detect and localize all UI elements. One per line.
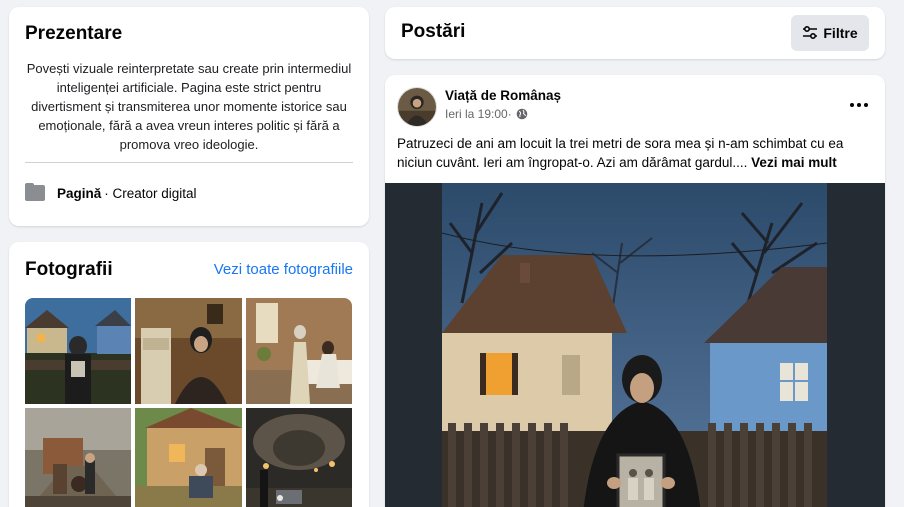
- category-value: · Creator digital: [104, 185, 197, 201]
- avatar[interactable]: [397, 87, 437, 127]
- intro-title: Prezentare: [25, 23, 123, 44]
- intro-card: Prezentare Povești vizuale reinterpretat…: [9, 7, 369, 226]
- see-more-link[interactable]: Vezi mai mult: [751, 155, 837, 170]
- page-category: Pagină · Creator digital: [25, 183, 197, 201]
- post-image[interactable]: [385, 183, 885, 507]
- post-photo: [442, 183, 827, 507]
- posts-title: Postări: [401, 21, 466, 42]
- meta-separator: ·: [507, 107, 512, 121]
- photo-thumbnail[interactable]: [135, 408, 242, 507]
- photos-card: Fotografii Vezi toate fotografiile: [9, 242, 369, 507]
- post-meta: Ieri la 19:00 ·: [445, 107, 528, 121]
- photos-grid: [25, 298, 353, 507]
- more-options-button[interactable]: [847, 95, 871, 115]
- post-time[interactable]: Ieri la 19:00: [445, 107, 508, 121]
- post-card: Viață de Românaș Ieri la 19:00 · Patruze…: [385, 75, 885, 507]
- photo-thumbnail[interactable]: [246, 408, 352, 507]
- sliders-icon: [803, 25, 818, 40]
- see-all-photos-link[interactable]: Vezi toate fotografiile: [214, 261, 353, 278]
- intro-bio: Povești vizuale reinterpretate sau creat…: [26, 61, 352, 152]
- posts-header: Postări Filtre: [385, 7, 885, 59]
- filter-label: Filtre: [823, 25, 858, 41]
- photo-thumbnail[interactable]: [135, 298, 242, 404]
- photo-thumbnail[interactable]: [25, 298, 131, 404]
- category-label: Pagină: [57, 185, 102, 201]
- page-icon: [25, 183, 45, 201]
- filter-button[interactable]: Filtre: [791, 15, 869, 51]
- photo-thumbnail[interactable]: [246, 298, 352, 404]
- photo-thumbnail[interactable]: [25, 408, 131, 507]
- photos-title: Fotografii: [25, 259, 113, 280]
- divider: [25, 162, 353, 163]
- post-author[interactable]: Viață de Românaș: [445, 88, 561, 103]
- post-text: Patruzeci de ani am locuit la trei metri…: [397, 134, 869, 172]
- globe-icon: [516, 108, 528, 120]
